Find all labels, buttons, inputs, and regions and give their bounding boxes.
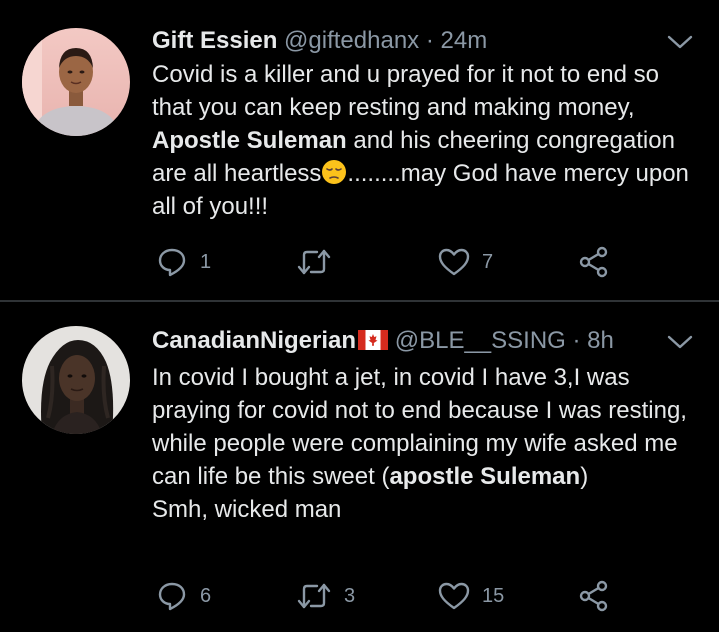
share-button[interactable]: [578, 576, 610, 616]
tweet-actions: 1 7: [0, 242, 719, 282]
chevron-down-icon[interactable]: [667, 334, 693, 350]
tweet-text: Covid is a killer and u prayed for it no…: [152, 58, 692, 223]
share-icon: [579, 246, 608, 278]
tweet[interactable]: Gift Essien @giftedhanx · 24m Covid is a…: [0, 0, 719, 301]
reply-button[interactable]: 1: [156, 242, 211, 282]
share-icon: [579, 580, 608, 612]
tweet-header: CanadianNigerian @BLE__SSING · 8h: [152, 326, 659, 356]
mention-bold: apostle Suleman: [389, 463, 581, 490]
chevron-down-icon[interactable]: [667, 34, 693, 50]
like-button[interactable]: 15: [438, 576, 504, 616]
retweet-icon: [297, 249, 331, 275]
tweet-text-part: ): [580, 463, 589, 490]
canada-flag-icon: [358, 328, 389, 350]
separator-dot: ·: [572, 327, 581, 354]
tweet-text-part: Smh, wicked man: [152, 496, 342, 523]
avatar[interactable]: [22, 326, 130, 434]
reply-icon: [158, 582, 186, 611]
share-button[interactable]: [578, 242, 610, 282]
separator-dot: ·: [425, 27, 434, 54]
pensive-face-emoji: [321, 159, 347, 185]
retweet-button[interactable]: 3: [296, 576, 355, 616]
timestamp[interactable]: 24m: [441, 27, 488, 54]
tweet-text: In covid I bought a jet, in covid I have…: [152, 361, 692, 526]
reply-count: 6: [200, 584, 212, 607]
display-name[interactable]: Gift Essien: [152, 27, 277, 54]
avatar-photo: [22, 28, 130, 136]
avatar-photo: [22, 326, 130, 434]
heart-icon: [438, 248, 470, 276]
user-handle[interactable]: @BLE__SSING: [395, 327, 566, 354]
heart-icon: [438, 582, 470, 610]
reply-count: 1: [200, 250, 212, 273]
avatar[interactable]: [22, 28, 130, 136]
tweet-actions: 6 3 15: [0, 576, 719, 616]
tweet[interactable]: CanadianNigerian @BLE__SSING · 8h In cov…: [0, 302, 719, 632]
tweet-header: Gift Essien @giftedhanx · 24m: [152, 26, 659, 56]
timestamp[interactable]: 8h: [587, 327, 614, 354]
reply-icon: [158, 248, 186, 277]
user-handle[interactable]: @giftedhanx: [284, 27, 419, 54]
like-button[interactable]: 7: [438, 242, 493, 282]
retweet-icon: [297, 583, 331, 609]
retweet-count: 3: [344, 584, 356, 607]
like-count: 15: [482, 584, 505, 607]
display-name[interactable]: CanadianNigerian: [152, 327, 356, 354]
retweet-button[interactable]: [296, 242, 344, 282]
reply-button[interactable]: 6: [156, 576, 211, 616]
like-count: 7: [482, 250, 494, 273]
tweet-text-part: Covid is a killer and u prayed for it no…: [152, 61, 659, 121]
mention-bold: Apostle Suleman: [152, 127, 347, 154]
